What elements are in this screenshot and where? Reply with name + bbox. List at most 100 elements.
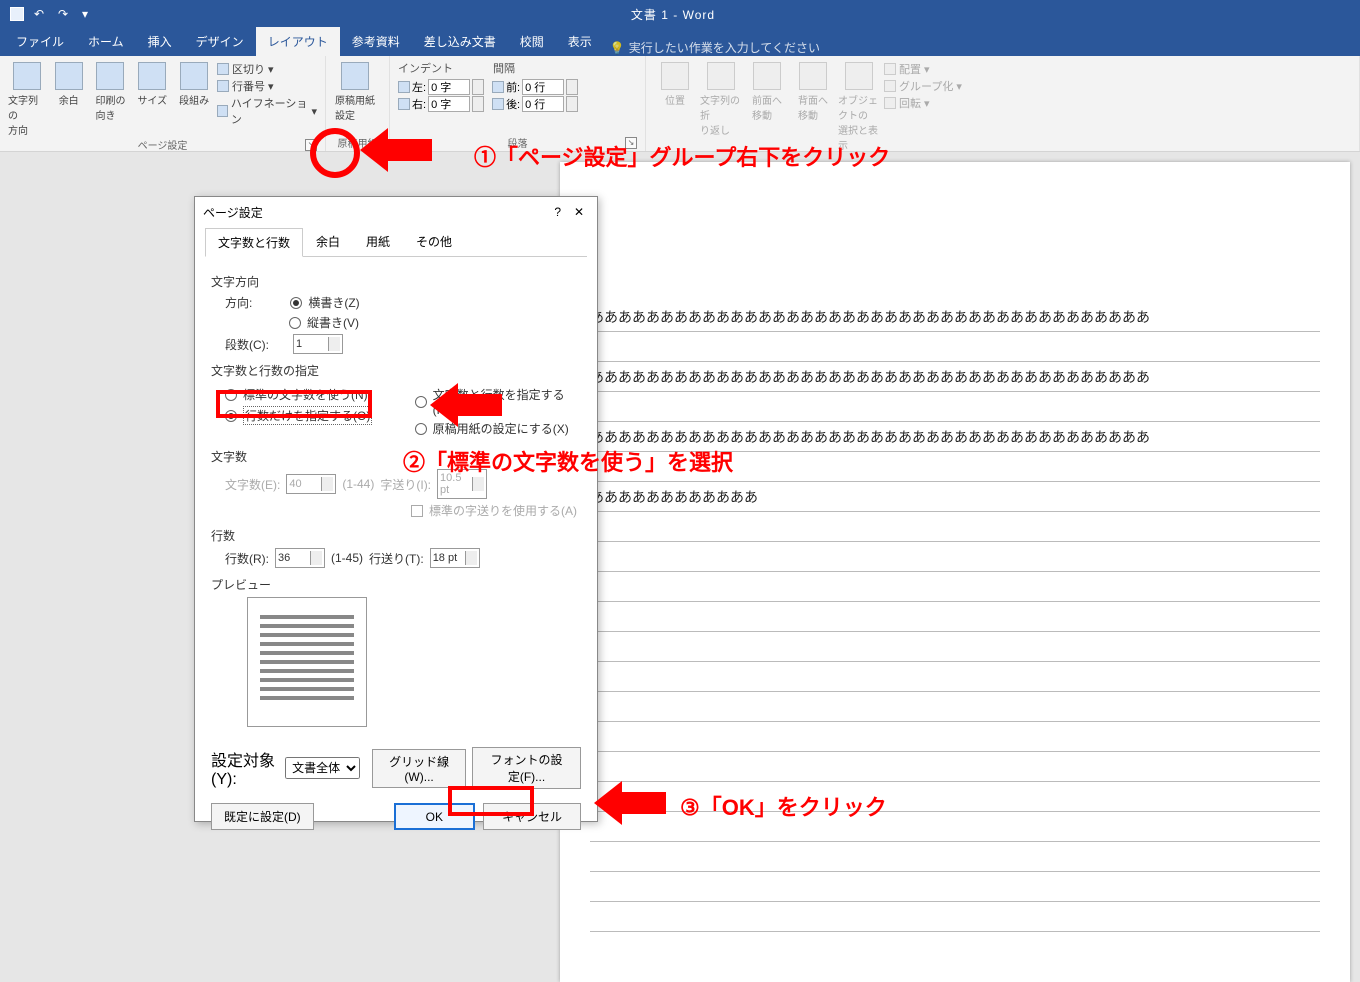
group-objects-label: グループ化 — [899, 78, 953, 94]
size-button[interactable]: サイズ — [133, 60, 171, 107]
dialog-title: ページ設定 — [203, 204, 554, 221]
lightbulb-icon: 💡 — [610, 41, 625, 55]
line-pitch-label: 行送り(T): — [369, 550, 424, 567]
radio-grid-paper[interactable] — [415, 423, 427, 435]
chars-header: 文字数 — [211, 448, 581, 465]
radio-chars-and-lines-label[interactable]: 文字数と行数を指定する(H) — [433, 386, 581, 417]
help-icon[interactable]: ? — [554, 205, 561, 219]
tab-references[interactable]: 参考資料 — [340, 27, 412, 56]
align-label: 配置 — [899, 61, 921, 77]
undo-icon[interactable]: ↶ — [34, 7, 48, 21]
chars-count-input: 40 — [286, 474, 336, 494]
spinner-icon[interactable] — [472, 96, 484, 112]
columns-label: 段組み — [179, 92, 209, 107]
paragraph-launcher[interactable]: ↘ — [625, 137, 637, 149]
ok-button[interactable]: OK — [394, 803, 475, 830]
radio-vertical[interactable] — [289, 317, 301, 329]
doc-line: ああああああああああああああああああああああああああああああああああああああああ — [590, 422, 1320, 452]
space-after-icon — [492, 98, 504, 110]
spinner-icon[interactable] — [566, 96, 578, 112]
gridlines-button[interactable]: グリッド線(W)... — [372, 749, 466, 788]
save-icon[interactable] — [10, 7, 24, 21]
indent-right-label: 右: — [412, 96, 426, 112]
direction-label: 方向: — [225, 294, 252, 311]
orientation-button[interactable]: 印刷の 向き — [92, 60, 130, 122]
radio-default-chars[interactable] — [225, 389, 237, 401]
wrap-label: 文字列の折 り返し — [700, 92, 742, 137]
tab-insert[interactable]: 挿入 — [136, 27, 184, 56]
indent-left-input[interactable] — [428, 79, 470, 95]
orientation-label: 印刷の 向き — [95, 92, 125, 122]
radio-chars-and-lines[interactable] — [415, 396, 427, 408]
space-before-input[interactable] — [522, 79, 564, 95]
radio-grid-paper-label[interactable]: 原稿用紙の設定にする(X) — [433, 420, 569, 437]
lines-header: 行数 — [211, 527, 581, 544]
close-icon[interactable]: ✕ — [569, 205, 589, 219]
spinner-icon[interactable] — [472, 79, 484, 95]
titlebar: ↶ ↷ ▾ 文書 1 - Word — [0, 0, 1360, 28]
tab-layout[interactable]: レイアウト — [256, 27, 340, 56]
line-pitch-input[interactable]: 18 pt — [430, 548, 480, 568]
position-label: 位置 — [665, 92, 685, 107]
genkou-button[interactable]: 原稿用紙 設定 — [334, 60, 376, 122]
space-before-icon — [492, 81, 504, 93]
group-paragraph-label: 段落 — [508, 139, 528, 150]
space-after-label: 後: — [506, 96, 520, 112]
set-default-button[interactable]: 既定に設定(D) — [211, 803, 314, 830]
dlg-tab-chars-lines[interactable]: 文字数と行数 — [205, 228, 303, 257]
radio-vertical-label[interactable]: 縦書き(V) — [307, 314, 359, 331]
spinner-icon[interactable] — [566, 79, 578, 95]
radio-lines-only-label[interactable]: 行数だけを指定する(O) — [243, 406, 372, 425]
doc-line: ああああああああああああ — [590, 482, 1320, 512]
breaks-button[interactable]: 区切り ▾ — [217, 61, 317, 77]
char-pitch-label: 字送り(I): — [380, 476, 431, 493]
tab-view[interactable]: 表示 — [556, 27, 604, 56]
spinner-icon[interactable] — [310, 551, 322, 565]
ribbon: 文字列の 方向 余白 印刷の 向き サイズ 段組み 区切り ▾ 行番号 ▾ ハイ… — [0, 56, 1360, 152]
group-genkou: 原稿用紙 設定 原稿用紙 — [326, 56, 390, 151]
dlg-tab-paper[interactable]: 用紙 — [353, 227, 403, 256]
spec-header: 文字数と行数の指定 — [211, 362, 581, 379]
tab-mailings[interactable]: 差し込み文書 — [412, 27, 508, 56]
indent-right-input[interactable] — [428, 96, 470, 112]
document-page[interactable]: ああああああああああああああああああああああああああああああああああああああああ… — [560, 162, 1350, 982]
tab-home[interactable]: ホーム — [76, 27, 136, 56]
spinner-icon[interactable] — [328, 337, 340, 351]
space-before-label: 前: — [506, 79, 520, 95]
cancel-button[interactable]: キャンセル — [483, 803, 581, 830]
lines-count-input[interactable]: 36 — [275, 548, 325, 568]
apply-to-label: 設定対象(Y): — [211, 747, 279, 789]
hyphenation-button[interactable]: ハイフネーション ▾ — [217, 95, 317, 127]
radio-horizontal-label[interactable]: 横書き(Z) — [308, 294, 359, 311]
radio-lines-only[interactable] — [225, 410, 237, 422]
spinner-icon[interactable] — [465, 551, 477, 565]
line-numbers-button[interactable]: 行番号 ▾ — [217, 78, 317, 94]
page-setup-launcher[interactable]: ↘ — [305, 139, 317, 151]
dialog-buttons: 既定に設定(D) OK キャンセル — [195, 793, 597, 840]
group-page-setup: 文字列の 方向 余白 印刷の 向き サイズ 段組み 区切り ▾ 行番号 ▾ ハイ… — [0, 56, 326, 151]
qat-more-icon[interactable]: ▾ — [82, 7, 96, 21]
window-title: 文書 1 - Word — [106, 6, 1240, 23]
dlg-tab-margins[interactable]: 余白 — [303, 227, 353, 256]
dlg-tab-other[interactable]: その他 — [403, 227, 465, 256]
preview-header: プレビュー — [211, 576, 581, 593]
space-after-input[interactable] — [522, 96, 564, 112]
text-direction-button[interactable]: 文字列の 方向 — [8, 60, 46, 137]
redo-icon[interactable]: ↷ — [58, 7, 72, 21]
selection-pane-button: オブジェクトの 選択と表示 — [838, 60, 880, 152]
apply-to-select[interactable]: 文書全体 — [285, 757, 360, 779]
margins-button[interactable]: 余白 — [50, 60, 88, 107]
dialog-apply-row: 設定対象(Y): 文書全体 グリッド線(W)... フォントの設定(F)... — [195, 743, 597, 793]
group-paragraph: インデント 間隔 左: 右: 前: 後: 段落↘ — [390, 56, 646, 151]
radio-horizontal[interactable] — [290, 297, 302, 309]
tab-review[interactable]: 校閲 — [508, 27, 556, 56]
columns-button[interactable]: 段組み — [175, 60, 213, 107]
send-backward-button: 背面へ 移動 — [792, 60, 834, 122]
font-settings-button[interactable]: フォントの設定(F)... — [472, 747, 581, 789]
radio-default-chars-label[interactable]: 標準の文字数を使う(N) — [243, 386, 368, 403]
tab-design[interactable]: デザイン — [184, 27, 256, 56]
group-icon — [884, 80, 896, 92]
tell-me-search[interactable]: 💡 実行したい作業を入力してください — [610, 39, 820, 56]
tab-file[interactable]: ファイル — [4, 27, 76, 56]
columns-count-input[interactable]: 1 — [293, 334, 343, 354]
